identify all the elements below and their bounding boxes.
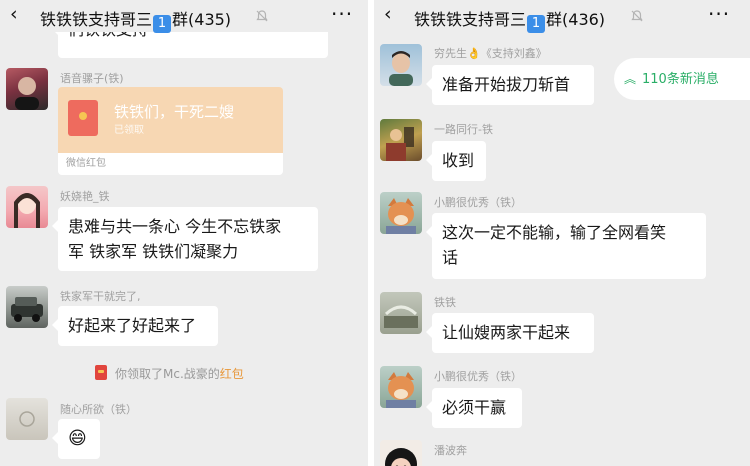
sender-nickname: 一路同行-铁 <box>434 123 493 136</box>
back-arrow-icon[interactable]: ‹ <box>10 3 18 25</box>
message-bubble[interactable]: 收到 <box>426 141 486 181</box>
redpacket-title: 铁铁们，干死二嫂 <box>114 103 235 121</box>
message-bubble[interactable]: 患难与共一条心 今生不忘铁家 军 铁家军 铁铁们凝聚力 <box>52 207 318 271</box>
avatar-person-icon <box>389 51 413 86</box>
message-line: 患难与共一条心 今生不忘铁家 <box>68 217 282 236</box>
avatar-fox-icon <box>386 198 416 234</box>
group-number-badge: 1 <box>527 15 546 33</box>
message-bubble[interactable]: 让仙嫂两家干起来 <box>426 313 594 353</box>
avatar-cartoon-icon <box>385 448 417 466</box>
group-title-prefix: 铁铁铁支持哥三 <box>414 10 527 29</box>
sender-nickname: 小鹏很优秀（铁） <box>434 370 522 383</box>
message-line: 收到 <box>442 151 475 170</box>
message-line: 这次一定不能输，输了全网看笑 <box>442 223 667 242</box>
group-title-suffix: 群(436) <box>546 10 606 29</box>
more-options-icon[interactable]: ··· <box>331 2 353 26</box>
avatar-scene-icon <box>384 305 418 328</box>
redpacket-link[interactable]: 红包 <box>220 367 244 381</box>
panel-divider <box>370 0 372 466</box>
redpacket-card[interactable]: 铁铁们，干死二嫂 已领取 <box>58 87 283 153</box>
left-chat-panel: 们铁铁支持 ‹ 铁铁铁支持哥三1群(435) ··· 语音骡子(铁) 铁铁们，干… <box>0 0 368 466</box>
sender-nickname: 小鹏很优秀（铁） <box>434 196 522 209</box>
message-line: 让仙嫂两家干起来 <box>442 323 571 342</box>
message-bubble[interactable]: 好起来了好起来了 <box>52 306 218 346</box>
avatar[interactable] <box>380 44 422 86</box>
bell-mute-icon <box>631 10 643 22</box>
avatar[interactable] <box>380 440 422 466</box>
avatar-character-icon <box>386 127 414 161</box>
sender-nickname: 妖娆艳_铁 <box>60 190 110 203</box>
group-number-badge: 1 <box>153 15 172 33</box>
new-messages-text: 110条新消息 <box>642 72 719 87</box>
message-line: 必须干赢 <box>442 398 507 417</box>
avatar-person-icon <box>14 193 40 228</box>
redpacket-footer: 微信红包 <box>58 153 283 175</box>
message-line: 话 <box>442 248 459 267</box>
group-title[interactable]: 铁铁铁支持哥三 1 群(436) <box>414 6 605 33</box>
emoji-smile-icon: 😄 <box>68 428 87 449</box>
back-arrow-icon[interactable]: ‹ <box>384 3 392 25</box>
sender-nickname: 铁家军干就完了, <box>60 290 141 303</box>
sender-nickname: 铁铁 <box>434 296 456 309</box>
chevron-up-double-icon: ︽ <box>624 72 637 86</box>
redpacket-status: 已领取 <box>114 125 144 136</box>
avatar[interactable] <box>6 286 48 328</box>
more-options-icon[interactable]: ··· <box>708 2 730 26</box>
sender-nickname: 语音骡子(铁) <box>60 72 124 85</box>
group-title-prefix: 铁铁铁支持哥三 <box>40 10 153 29</box>
new-messages-button[interactable]: ︽ 110条新消息 <box>614 58 750 100</box>
message-bubble[interactable]: 准备开始拔刀斩首 <box>426 65 594 105</box>
system-message: 你领取了Mc.战豪的红包 <box>95 365 244 382</box>
avatar-car-icon <box>11 297 43 322</box>
avatar[interactable] <box>380 292 422 334</box>
avatar[interactable] <box>380 366 422 408</box>
avatar[interactable] <box>380 192 422 234</box>
avatar-flower-icon <box>19 411 35 427</box>
avatar[interactable] <box>6 68 48 110</box>
message-line: 准备开始拔刀斩首 <box>442 75 571 94</box>
avatar[interactable] <box>6 398 48 440</box>
sender-nickname: 穷先生👌《支持刘鑫》 <box>434 47 547 60</box>
system-message-text: 你领取了Mc.战豪的 <box>115 367 220 381</box>
avatar-fox-icon <box>386 372 416 408</box>
sender-nickname: 潘波奔 <box>434 444 467 457</box>
group-title[interactable]: 铁铁铁支持哥三 1 群(435) <box>40 6 231 33</box>
message-line: 军 铁家军 铁铁们凝聚力 <box>68 242 239 261</box>
redpacket-icon <box>68 100 98 136</box>
chat-header: ‹ 铁铁铁支持哥三 1 群(436) ··· <box>374 0 750 33</box>
avatar[interactable] <box>380 119 422 161</box>
emoji-bubble[interactable]: 😄 <box>52 419 100 459</box>
message-line: 好起来了好起来了 <box>68 316 197 335</box>
avatar[interactable] <box>6 186 48 228</box>
bell-mute-icon <box>256 10 268 22</box>
redpacket-mini-icon <box>95 365 107 380</box>
avatar-person-icon <box>15 77 39 110</box>
message-bubble[interactable]: 这次一定不能输，输了全网看笑 话 <box>426 213 706 279</box>
message-bubble[interactable]: 必须干赢 <box>426 388 522 428</box>
screenshot-stage: 们铁铁支持 ‹ 铁铁铁支持哥三1群(435) ··· 语音骡子(铁) 铁铁们，干… <box>0 0 750 466</box>
sender-nickname: 随心所欲（铁） <box>60 403 137 416</box>
chat-header: ‹ 铁铁铁支持哥三 1 群(435) ··· <box>0 0 368 33</box>
right-chat-panel: ‹ 铁铁铁支持哥三 1 群(436) ··· ︽ 110条新消息 穷先生👌《支持刘鑫》… <box>374 0 750 466</box>
group-title-suffix: 群(435) <box>172 10 232 29</box>
